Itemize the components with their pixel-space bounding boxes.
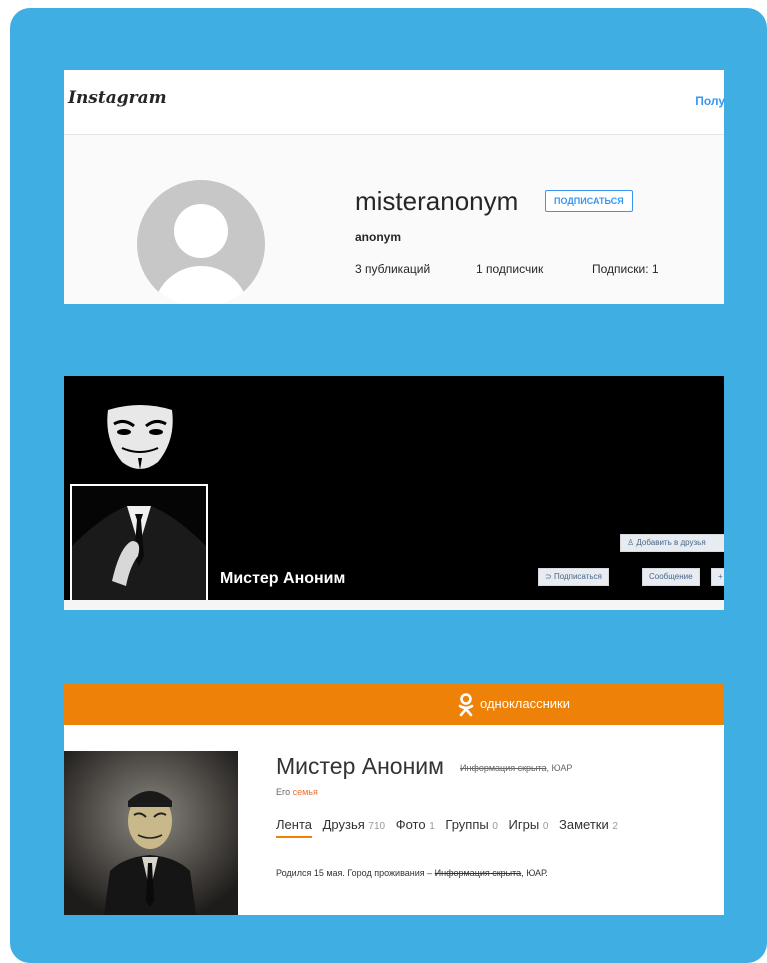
tab-photos[interactable]: Фото 1	[396, 817, 435, 832]
ok-about-prefix: Родился 15 мая. Город проживания –	[276, 868, 435, 878]
tab-groups-count: 0	[492, 821, 498, 832]
tab-groups[interactable]: Группы 0	[445, 817, 498, 832]
instagram-followers-count[interactable]: 1 подписчик	[476, 262, 543, 276]
masked-person-image	[64, 751, 238, 915]
tab-friends-label: Друзья	[322, 817, 365, 832]
ok-about-hidden: Информация скрыта	[434, 868, 522, 878]
avatar-head-silhouette	[174, 204, 228, 258]
instagram-logo[interactable]: Instagram	[68, 88, 167, 108]
rss-icon: ⊃	[545, 572, 554, 581]
tab-photos-count: 1	[429, 821, 435, 832]
ok-header-bar: одноклассники	[64, 683, 724, 725]
ok-location-country: , ЮАР	[546, 763, 573, 773]
tab-notes-label: Заметки	[559, 817, 609, 832]
vk-message-button[interactable]: Сообщение	[642, 568, 700, 586]
instagram-header: Instagram Получ	[64, 70, 724, 135]
tab-games-label: Игры	[508, 817, 540, 832]
odnoklassniki-profile-screenshot: одноклассники Мистер Аноним Информация с…	[64, 683, 724, 915]
vk-subscribe-label: Подписаться	[553, 572, 602, 581]
suit-figure-image	[72, 506, 206, 610]
instagram-following-count[interactable]: Подписки: 1	[592, 262, 659, 276]
ok-profile-name: Мистер Аноним	[276, 753, 444, 779]
tab-notes[interactable]: Заметки 2	[559, 817, 618, 832]
tab-photos-label: Фото	[395, 817, 426, 832]
instagram-follow-button[interactable]: ПОДПИСАТЬСЯ	[545, 190, 633, 212]
tab-friends[interactable]: Друзья 710	[323, 817, 385, 832]
tab-notes-count: 2	[612, 821, 618, 832]
guy-fawkes-mask-icon	[107, 405, 173, 470]
ok-about-line: Родился 15 мая. Город проживания – Инфор…	[276, 868, 548, 878]
tab-games-count: 0	[542, 821, 549, 832]
ok-brand-name[interactable]: одноклассники	[480, 696, 570, 711]
tab-feed[interactable]: Лента	[276, 817, 312, 832]
vk-profile-photo[interactable]	[70, 484, 208, 610]
vk-more-button[interactable]: +	[711, 568, 724, 586]
ok-family-line: Его семья	[276, 787, 318, 797]
vk-profile-screenshot: Мистер Аноним ♙ Добавить в друзья ⊃ Подп…	[64, 376, 724, 610]
ok-about-suffix: , ЮАР.	[521, 868, 548, 878]
ok-family-prefix: Его	[276, 787, 293, 797]
tab-feed-label: Лента	[276, 817, 312, 832]
user-add-icon: ♙	[627, 538, 637, 547]
vk-add-friend-button[interactable]: ♙ Добавить в друзья	[620, 534, 724, 552]
tab-friends-count: 710	[368, 821, 386, 832]
ok-profile-tabs: Лента Друзья 710 Фото 1 Группы 0 Игры 0 …	[276, 817, 625, 832]
instagram-login-link[interactable]: Получ	[695, 94, 724, 108]
tab-groups-label: Группы	[445, 817, 489, 832]
ok-location-hidden: Информация скрыта	[460, 763, 547, 773]
instagram-posts-count: 3 публикаций	[355, 262, 431, 276]
avatar-body-silhouette	[153, 266, 249, 304]
instagram-full-name: anonym	[355, 230, 402, 244]
ok-profile-photo[interactable]	[64, 751, 238, 915]
ok-family-link[interactable]: семья	[293, 787, 318, 797]
tab-games[interactable]: Игры 0	[509, 817, 549, 832]
odnoklassniki-logo-icon[interactable]	[458, 693, 474, 717]
ok-profile-location: Информация скрыта, ЮАР	[460, 763, 572, 773]
vk-subscribe-button[interactable]: ⊃ Подписаться	[538, 568, 609, 586]
instagram-profile-screenshot: Instagram Получ misteranonym ПОДПИСАТЬСЯ…	[64, 70, 724, 304]
instagram-avatar	[137, 180, 265, 304]
vk-tabs-strip	[64, 600, 724, 610]
vk-profile-name: Мистер Аноним	[220, 570, 346, 587]
instagram-username: misteranonym	[355, 186, 519, 216]
vk-add-friend-label: Добавить в друзья	[636, 538, 706, 547]
